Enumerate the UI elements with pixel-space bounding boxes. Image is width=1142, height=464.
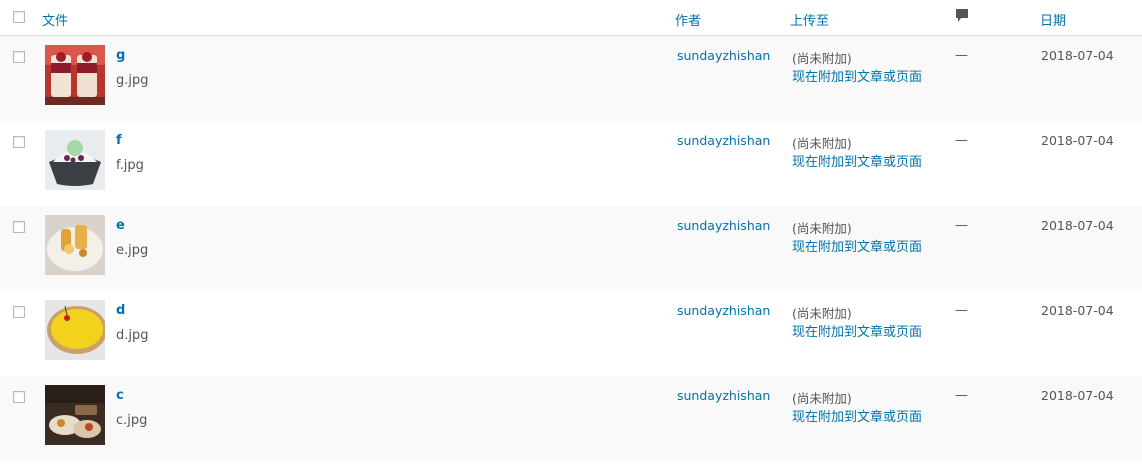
comments-count: — bbox=[955, 133, 968, 148]
attach-now-link[interactable]: 现在附加到文章或页面 bbox=[792, 151, 922, 170]
comments-count: — bbox=[955, 303, 968, 318]
table-row: g g.jpg sundayzhishan (尚未附加) 现在附加到文章或页面 … bbox=[0, 36, 1142, 121]
column-author-header[interactable]: 作者 bbox=[675, 10, 701, 29]
row-checkbox[interactable] bbox=[13, 136, 25, 148]
thumbnail-image[interactable] bbox=[45, 45, 105, 105]
upload-date: 2018-07-04 bbox=[1041, 303, 1114, 318]
file-name: f.jpg bbox=[116, 158, 144, 173]
unattached-status: (尚未附加) bbox=[792, 51, 852, 66]
upload-date: 2018-07-04 bbox=[1041, 388, 1114, 403]
row-checkbox[interactable] bbox=[13, 221, 25, 233]
upload-date: 2018-07-04 bbox=[1041, 218, 1114, 233]
comment-bubble-icon[interactable] bbox=[955, 8, 969, 24]
table-row: c c.jpg sundayzhishan (尚未附加) 现在附加到文章或页面 … bbox=[0, 376, 1142, 461]
comments-count: — bbox=[955, 218, 968, 233]
column-date-header[interactable]: 日期 bbox=[1040, 10, 1066, 29]
author-link[interactable]: sundayzhishan bbox=[677, 218, 770, 233]
comments-count: — bbox=[955, 48, 968, 63]
column-file-header[interactable]: 文件 bbox=[42, 10, 68, 29]
upload-date: 2018-07-04 bbox=[1041, 48, 1114, 63]
thumbnail-image[interactable] bbox=[45, 300, 105, 360]
file-name: g.jpg bbox=[116, 73, 149, 88]
table-header: 文件 作者 上传至 日期 bbox=[0, 0, 1142, 36]
attach-now-link[interactable]: 现在附加到文章或页面 bbox=[792, 236, 922, 255]
file-title-link[interactable]: g bbox=[116, 48, 125, 63]
unattached-status: (尚未附加) bbox=[792, 391, 852, 406]
file-name: e.jpg bbox=[116, 243, 149, 258]
author-link[interactable]: sundayzhishan bbox=[677, 303, 770, 318]
file-title-link[interactable]: f bbox=[116, 133, 122, 148]
file-name: c.jpg bbox=[116, 413, 148, 428]
thumbnail-image[interactable] bbox=[45, 385, 105, 445]
file-title-link[interactable]: c bbox=[116, 388, 124, 403]
file-title-link[interactable]: d bbox=[116, 303, 125, 318]
unattached-status: (尚未附加) bbox=[792, 221, 852, 236]
file-name: d.jpg bbox=[116, 328, 149, 343]
comments-count: — bbox=[955, 388, 968, 403]
thumbnail-image[interactable] bbox=[45, 130, 105, 190]
table-row: e e.jpg sundayzhishan (尚未附加) 现在附加到文章或页面 … bbox=[0, 206, 1142, 291]
attach-now-link[interactable]: 现在附加到文章或页面 bbox=[792, 66, 922, 85]
author-link[interactable]: sundayzhishan bbox=[677, 48, 770, 63]
attach-now-link[interactable]: 现在附加到文章或页面 bbox=[792, 321, 922, 340]
media-list-table: 文件 作者 上传至 日期 g g.jpg sundayzhishan (尚未附加… bbox=[0, 0, 1142, 461]
author-link[interactable]: sundayzhishan bbox=[677, 388, 770, 403]
select-all-checkbox[interactable] bbox=[13, 11, 25, 23]
table-row: d d.jpg sundayzhishan (尚未附加) 现在附加到文章或页面 … bbox=[0, 291, 1142, 376]
attach-now-link[interactable]: 现在附加到文章或页面 bbox=[792, 406, 922, 425]
unattached-status: (尚未附加) bbox=[792, 136, 852, 151]
table-row: f f.jpg sundayzhishan (尚未附加) 现在附加到文章或页面 … bbox=[0, 121, 1142, 206]
row-checkbox[interactable] bbox=[13, 51, 25, 63]
column-uploaded-to-header[interactable]: 上传至 bbox=[790, 10, 829, 29]
thumbnail-image[interactable] bbox=[45, 215, 105, 275]
row-checkbox[interactable] bbox=[13, 306, 25, 318]
file-title-link[interactable]: e bbox=[116, 218, 125, 233]
author-link[interactable]: sundayzhishan bbox=[677, 133, 770, 148]
upload-date: 2018-07-04 bbox=[1041, 133, 1114, 148]
row-checkbox[interactable] bbox=[13, 391, 25, 403]
unattached-status: (尚未附加) bbox=[792, 306, 852, 321]
